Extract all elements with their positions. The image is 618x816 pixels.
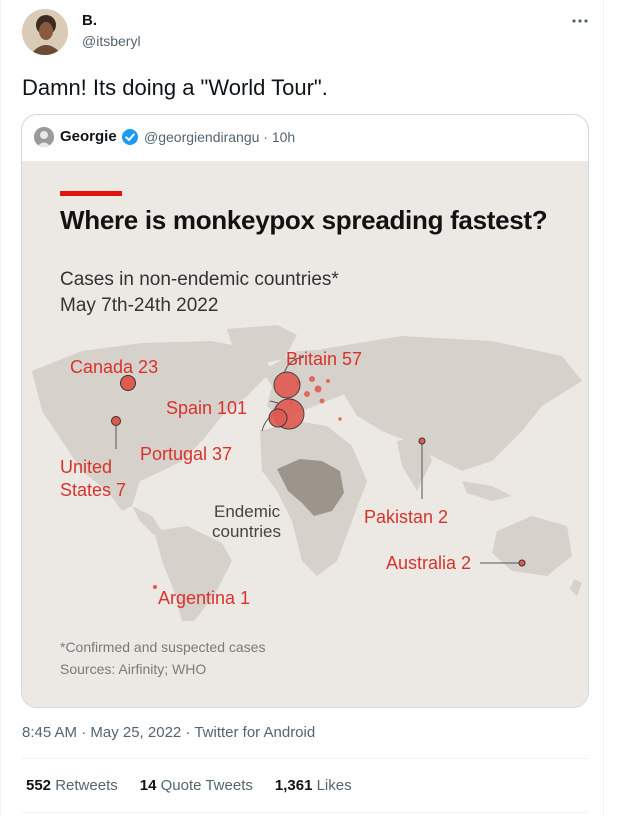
label-endemic-line1: Endemic [214, 502, 281, 521]
infographic-sources: Sources: Airfinity; WHO [60, 661, 207, 677]
quoted-avatar[interactable] [34, 127, 54, 147]
verified-badge-icon [121, 128, 139, 146]
quotes-count: 14 [139, 777, 157, 794]
bubble-portugal [268, 408, 288, 428]
infographic-title: Where is monkeypox spreading fastest? [60, 205, 548, 235]
infographic-image[interactable]: Where is monkeypox spreading fastest? Ca… [22, 161, 588, 707]
quoted-tweet-card[interactable]: Georgie @georgiendirangu · 10h Where is … [21, 114, 589, 708]
label-argentina: Argentina 1 [158, 588, 251, 608]
bubble-britain [273, 371, 301, 399]
label-britain: Britain 57 [286, 349, 363, 369]
quote-tweets-stat[interactable]: 14 Quote Tweets [140, 777, 253, 794]
infographic-footnote: *Confirmed and suspected cases [60, 639, 266, 655]
display-name[interactable]: B. [82, 12, 97, 29]
label-spain: Spain 101 [166, 398, 248, 418]
label-pakistan: Pakistan 2 [364, 507, 449, 527]
right-border [603, 0, 604, 816]
tweet-text: Damn! Its doing a "World Tour". [22, 75, 328, 100]
infographic-dates: May 7th-24th 2022 [60, 295, 219, 316]
retweets-label: Retweets [55, 777, 118, 794]
likes-label: Likes [316, 777, 352, 794]
label-canada: Canada 23 [70, 357, 159, 377]
quoted-display-name[interactable]: Georgie [60, 128, 117, 145]
bubble-australia [518, 559, 526, 567]
divider [22, 758, 588, 759]
accent-rule [60, 191, 122, 196]
likes-stat[interactable]: 1,361 Likes [275, 777, 352, 794]
infographic-subtitle: Cases in non-endemic countries* [60, 269, 339, 290]
label-australia: Australia 2 [386, 553, 472, 573]
label-united-states-line2: States 7 [60, 480, 127, 500]
label-united-states-line1: United [60, 457, 113, 477]
more-options-icon[interactable] [566, 10, 594, 32]
retweets-stat[interactable]: 552 Retweets [26, 777, 118, 794]
label-endemic-line2: countries [212, 522, 281, 541]
quoted-handle-time[interactable]: @georgiendirangu · 10h [144, 129, 295, 145]
divider-bottom [22, 812, 588, 813]
bubble-pakistan [418, 437, 426, 445]
user-handle[interactable]: @itsberyl [82, 33, 141, 49]
bubble-united-states [111, 416, 121, 426]
quotes-label: Quote Tweets [160, 777, 253, 794]
likes-count: 1,361 [274, 777, 313, 794]
label-portugal: Portugal 37 [140, 444, 233, 464]
tweet-timestamp[interactable]: 8:45 AM · May 25, 2022 · Twitter for And… [22, 724, 315, 741]
avatar[interactable] [22, 9, 68, 55]
left-border [0, 0, 1, 816]
engagement-stats: 552 Retweets 14 Quote Tweets 1,361 Likes [26, 777, 352, 794]
bubble-argentina [153, 585, 157, 589]
retweets-count: 552 [26, 777, 52, 794]
